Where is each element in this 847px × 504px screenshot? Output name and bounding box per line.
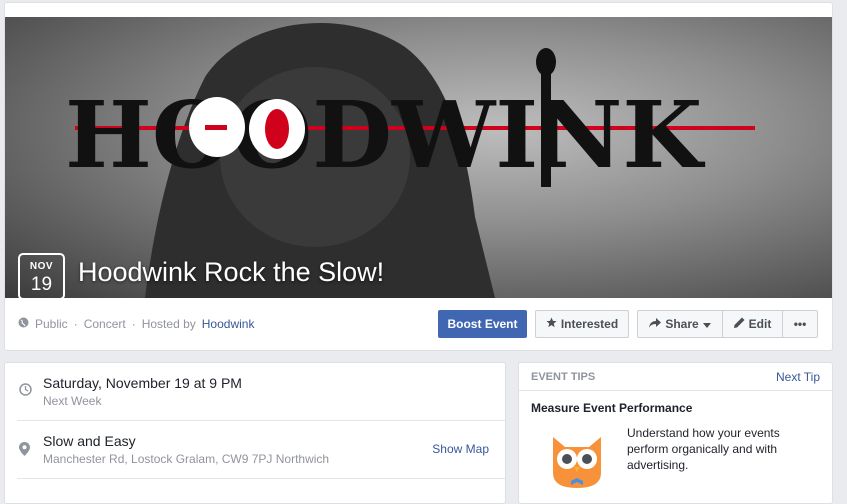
interested-label: Interested — [560, 317, 619, 331]
star-icon — [546, 317, 557, 331]
boost-event-label: Boost Event — [447, 317, 518, 331]
datetime-row: Saturday, November 19 at 9 PM Next Week — [5, 363, 505, 420]
location-row: Slow and Easy Manchester Rd, Lostock Gra… — [5, 421, 505, 478]
venue-address: Manchester Rd, Lostock Gralam, CW9 7PJ N… — [43, 452, 330, 466]
next-tip-link[interactable]: Next Tip — [776, 370, 820, 384]
event-month: NOV — [29, 261, 54, 272]
separator: · — [131, 317, 136, 331]
event-title: Hoodwink Rock the Slow! — [78, 257, 385, 287]
event-header-card: HOODWINK NOV 19 Hoodwink Rock the Slow! … — [4, 2, 833, 351]
more-dots-icon: ••• — [793, 317, 807, 331]
share-arrow-icon — [649, 317, 662, 331]
event-details-card: Saturday, November 19 at 9 PM Next Week … — [4, 362, 506, 504]
tips-header-label: EVENT TIPS — [531, 371, 596, 383]
clock-icon — [19, 383, 32, 399]
event-relative-date: Next Week — [43, 394, 102, 408]
event-datetime[interactable]: Saturday, November 19 at 9 PM — [43, 375, 242, 391]
venue-name[interactable]: Slow and Easy — [43, 433, 136, 449]
host-link[interactable]: Hoodwink — [202, 317, 255, 331]
visibility-label: Public — [35, 317, 68, 331]
share-label: Share — [665, 317, 699, 331]
globe-icon — [18, 317, 29, 331]
event-day: 19 — [30, 274, 53, 295]
tips-header: EVENT TIPS Next Tip — [519, 363, 832, 391]
cover-logo-text: HOODWINK — [65, 81, 705, 189]
hosted-by-label: Hosted by — [141, 317, 196, 331]
event-actions-group: Share Edit ••• — [637, 310, 818, 338]
boost-event-button[interactable]: Boost Event — [438, 310, 527, 338]
tip-title: Measure Event Performance — [531, 401, 693, 415]
cover-photo[interactable]: HOODWINK NOV 19 Hoodwink Rock the Slow! — [5, 17, 832, 298]
edit-label: Edit — [748, 317, 772, 331]
event-date-badge: NOV 19 — [18, 253, 65, 298]
event-tips-card: EVENT TIPS Next Tip Measure Event Perfor… — [518, 362, 833, 504]
separator: · — [73, 317, 78, 331]
event-meta: Public · Concert · Hosted by Hoodwink — [18, 317, 254, 331]
share-button[interactable]: Share — [638, 311, 723, 337]
category-label: Concert — [83, 317, 126, 331]
show-map-link[interactable]: Show Map — [432, 442, 489, 456]
edit-button[interactable]: Edit — [723, 311, 783, 337]
owl-icon — [549, 433, 605, 491]
map-pin-icon — [19, 442, 30, 459]
divider — [17, 478, 505, 479]
chevron-down-icon — [702, 317, 711, 331]
pencil-icon — [733, 317, 745, 331]
cover-artwork: HOODWINK — [65, 22, 755, 298]
tip-body: Understand how your events perform organ… — [627, 426, 780, 472]
more-options-button[interactable]: ••• — [783, 311, 817, 337]
interested-button[interactable]: Interested — [535, 310, 629, 338]
